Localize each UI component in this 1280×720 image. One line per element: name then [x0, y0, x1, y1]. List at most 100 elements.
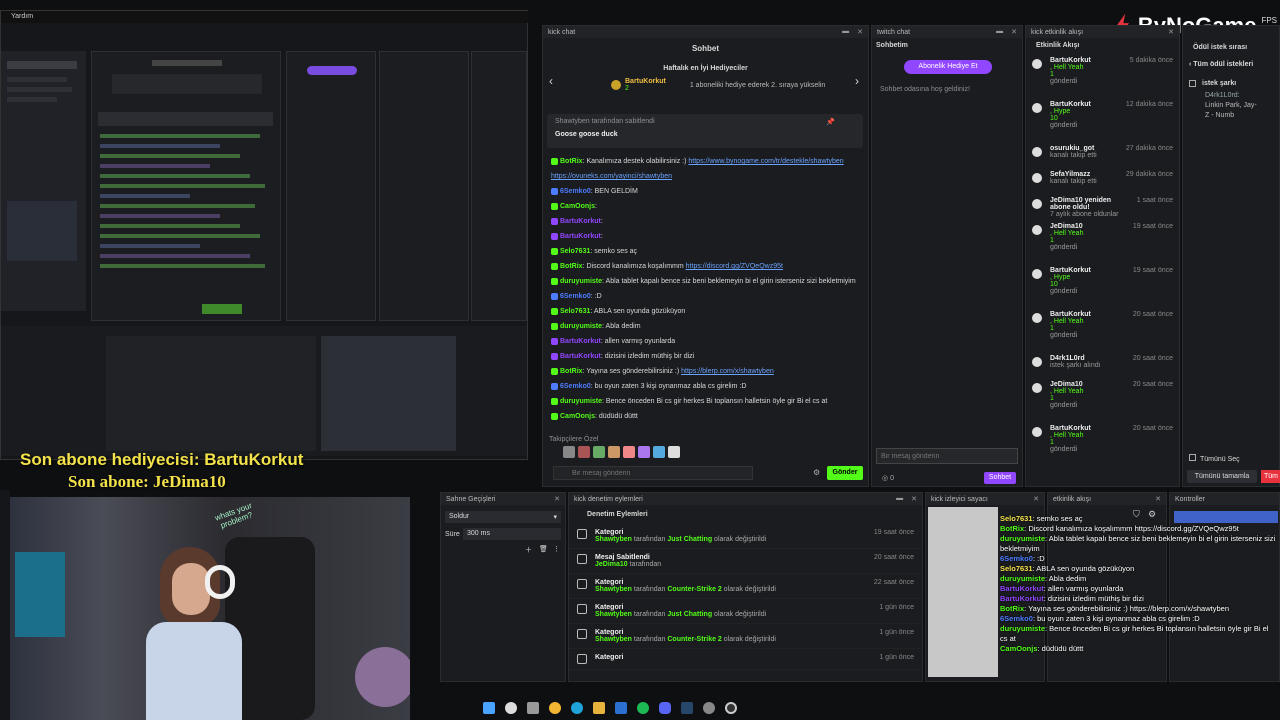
chat-input[interactable] [553, 466, 753, 480]
duration-input[interactable]: 300 ms [463, 528, 561, 540]
chat-message[interactable]: BartuKorkut: [543, 229, 868, 244]
chrome-icon[interactable] [549, 702, 561, 714]
chat-message[interactable]: Selo7631: ABLA sen oyunda gözüküyon [543, 304, 868, 319]
gift-sub-button[interactable]: Abonelik Hediye Et [904, 60, 992, 74]
mod-log-row[interactable]: Mesaj Sabitlendi JeDima10 tarafından 20 sa… [569, 549, 922, 574]
activity-event[interactable]: SefaYilmazz kanalı takip etti 29 dakika ön… [1026, 167, 1179, 193]
activity-event[interactable]: BartuKorkut, Hell Yeah 1 gönderdi 5 dakika … [1026, 53, 1179, 97]
reward-item[interactable]: istek şarkı [1183, 72, 1279, 89]
mod-log-row[interactable]: Kategori 1 gün önce [569, 649, 922, 670]
close-icon[interactable]: ✕ [911, 495, 917, 503]
transition-select[interactable]: Soldur ▾ [445, 511, 561, 523]
chat-username[interactable]: CamOonjs [560, 203, 595, 210]
activity-event[interactable]: D4rk1L0rd istek şarkı alındı 20 saat önce [1026, 351, 1179, 377]
add-transition-icon[interactable]: ＋ [525, 545, 532, 555]
close-icon[interactable]: ✕ [1155, 495, 1161, 503]
chat-message[interactable]: 6Semko0: BEN GELDİM [543, 184, 868, 199]
checkbox[interactable] [1189, 80, 1196, 87]
activity-event[interactable]: BartuKorkut, Hype 10 gönderdi 12 dakika önc… [1026, 97, 1179, 141]
steam-icon[interactable] [681, 702, 693, 714]
activity-event[interactable]: JeDima10, Hell Yeah 1 gönderdi 20 saat önce [1026, 377, 1179, 421]
chat-link[interactable]: https://www.bynogame.com/tr/destekle/sha… [688, 158, 843, 165]
chat-username[interactable]: Selo7631 [560, 248, 590, 255]
chat-username[interactable]: BotRix [560, 158, 583, 165]
chat-username[interactable]: duruyumiste [560, 278, 602, 285]
close-icon[interactable]: ✕ [554, 495, 560, 503]
activity-event[interactable]: osurukiu_got kanalı takip etti 27 dakika ö… [1026, 141, 1179, 167]
more-icon[interactable]: ⋮ [553, 545, 560, 553]
chat-message[interactable]: 6Semko0: :D [543, 289, 868, 304]
chat-username[interactable]: BartuKorkut [560, 353, 601, 360]
mod-log-row[interactable]: Kategori Shawtyben tarafından Counter-Str… [569, 574, 922, 599]
activity-event[interactable]: JeDima10 yeniden abone oldu! 7 aylık abon… [1026, 193, 1179, 219]
next-arrow-icon[interactable]: › [855, 74, 859, 88]
chat-message[interactable]: BartuKorkut: allen varmış oyunlarda [543, 334, 868, 349]
chat-message[interactable]: BotRix: Yayına ses gönderebilirsiniz :) … [543, 364, 868, 379]
chat-message[interactable]: CamOonjs: düdüdü düttt [543, 409, 868, 424]
chat-settings-icon[interactable]: ⚙ [813, 468, 820, 477]
chat-message[interactable]: BotRix: Discord kanalımıza koşalımmm htt… [543, 259, 868, 274]
chat-message[interactable]: BartuKorkut: [543, 214, 868, 229]
delete-transition-icon[interactable]: 🗑 [539, 545, 548, 553]
chat-username[interactable]: BartuKorkut [560, 233, 601, 240]
pin-icon[interactable]: 📌 [826, 118, 835, 126]
activity-event[interactable]: JeDima10, Hell Yeah 1 gönderdi 19 saat önce [1026, 219, 1179, 263]
chat-username[interactable]: Selo7631 [560, 308, 590, 315]
close-icon[interactable]: ✕ [1168, 28, 1174, 36]
chat-username[interactable]: CamOonjs [560, 413, 595, 420]
float-icon[interactable]: ▬ [896, 495, 903, 503]
float-icon[interactable]: ▬ [842, 28, 849, 36]
chat-message[interactable]: CamOonjs: [543, 199, 868, 214]
rewards-back[interactable]: ‹ Tüm ödül istekleri [1183, 57, 1279, 72]
files-icon[interactable] [527, 702, 539, 714]
reject-all-button[interactable]: Tüm [1261, 470, 1280, 483]
mod-log-row[interactable]: Kategori Shawtyben tarafından Just Chatti… [569, 599, 922, 624]
chat-username[interactable]: 6Semko0 [560, 188, 591, 195]
spotify-icon[interactable] [637, 702, 649, 714]
chat-link[interactable]: https://ovuneks.com/yayinci/shawtyben [551, 173, 672, 180]
explorer-icon[interactable] [593, 702, 605, 714]
twitch-input[interactable] [876, 448, 1018, 464]
menu-help[interactable]: Yardım [11, 13, 33, 20]
chat-message[interactable]: 6Semko0: bu oyun zaten 3 kişi oynanmaz a… [543, 379, 868, 394]
twitch-send-button[interactable]: Sohbet [984, 472, 1016, 484]
mod-log-row[interactable]: Kategori Shawtyben tarafından Just Chatti… [569, 524, 922, 549]
obs-icon[interactable] [725, 702, 737, 714]
complete-all-button[interactable]: Tümünü tamamla [1187, 470, 1257, 483]
prev-arrow-icon[interactable]: ‹ [549, 74, 553, 88]
close-icon[interactable]: ✕ [1033, 495, 1039, 503]
chat-username[interactable]: 6Semko0 [560, 293, 591, 300]
mail-icon[interactable] [615, 702, 627, 714]
send-button[interactable]: Gönder [827, 466, 863, 480]
chat-message[interactable]: duruyumiste: Bence önceden Bi cs gir her… [543, 394, 868, 409]
close-icon[interactable]: ✕ [1011, 28, 1017, 36]
select-all[interactable]: Tümünü Seç [1189, 454, 1240, 463]
top-gifter[interactable]: BartuKorkut 2 1 aboneliki hediye ederek 2… [611, 78, 825, 92]
chat-link[interactable]: https://blerp.com/x/shawtyben [681, 368, 774, 375]
chat-message[interactable]: duruyumiste: Abla dedim [543, 319, 868, 334]
chat-username[interactable]: BotRix [560, 368, 583, 375]
chat-username[interactable]: 6Semko0 [560, 383, 591, 390]
chat-username[interactable]: BartuKorkut [560, 338, 601, 345]
chat-link[interactable]: https://discord.gg/ZVQeQwz95t [686, 263, 783, 270]
edge-icon[interactable] [571, 702, 583, 714]
float-icon[interactable]: ▬ [996, 28, 1003, 36]
discord-icon[interactable] [659, 702, 671, 714]
chat-username[interactable]: duruyumiste [560, 398, 602, 405]
chat-username[interactable]: duruyumiste [560, 323, 602, 330]
mod-log-row[interactable]: Kategori Shawtyben tarafından Counter-Str… [569, 624, 922, 649]
chat-message[interactable]: Selo7631: semko ses aç [543, 244, 868, 259]
chat-message[interactable]: https://ovuneks.com/yayinci/shawtyben [543, 169, 868, 184]
chat-username[interactable]: BotRix [560, 263, 583, 270]
activity-event[interactable]: BartuKorkut, Hell Yeah 1 gönderdi 20 saat ö… [1026, 307, 1179, 351]
activity-event[interactable]: BartuKorkut, Hell Yeah 1 gönderdi 20 saat ö… [1026, 421, 1179, 465]
chat-message[interactable]: duruyumiste: Abla tablet kapalı bence si… [543, 274, 868, 289]
search-icon[interactable] [505, 702, 517, 714]
chat-message[interactable]: BotRix: Kanalımıza destek olabilirsiniz … [543, 154, 868, 169]
pinned-message[interactable]: Shawtyben tarafından sabitlendi Goose go… [547, 114, 863, 148]
windows-icon[interactable] [483, 702, 495, 714]
close-icon[interactable]: ✕ [857, 28, 863, 36]
chat-username[interactable]: BartuKorkut [560, 218, 601, 225]
activity-event[interactable]: BartuKorkut, Hype 10 gönderdi 19 saat önce [1026, 263, 1179, 307]
chat-message[interactable]: BartuKorkut: dizisini izledim müthiş bir… [543, 349, 868, 364]
